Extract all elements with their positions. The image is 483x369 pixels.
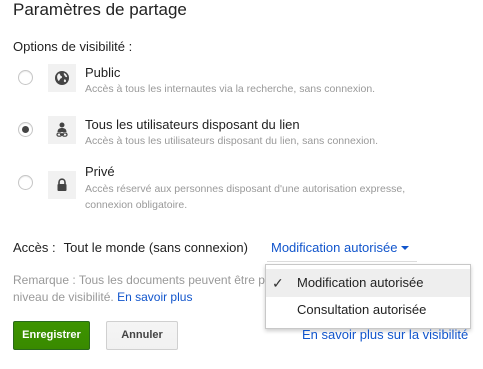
- visibility-options-label: Options de visibilité :: [13, 39, 133, 54]
- menu-item-view-allowed[interactable]: Consultation autorisée: [266, 296, 470, 324]
- option-desc-private: Accès réservé aux personnes disposant d'…: [85, 181, 415, 213]
- cancel-button[interactable]: Annuler: [106, 321, 178, 350]
- remark-line2: niveau de visibilité.: [13, 290, 114, 304]
- remark-line1: Remarque : Tous les documents peuvent êt…: [13, 273, 265, 287]
- globe-icon: [48, 64, 76, 92]
- dialog-title: Paramètres de partage: [13, 0, 187, 19]
- option-title-anyone-with-link: Tous les utilisateurs disposant du lien: [85, 117, 300, 132]
- menu-item-edit-allowed[interactable]: ✓ Modification autorisée: [266, 269, 470, 297]
- access-value: Tout le monde (sans connexion): [63, 240, 248, 255]
- option-title-public: Public: [85, 65, 121, 80]
- lock-icon: [48, 171, 76, 199]
- option-desc-private-line1: Accès réservé aux personnes disposant d'…: [85, 183, 406, 195]
- access-row: Accès : Tout le monde (sans connexion): [13, 240, 248, 255]
- menu-item-label: Consultation autorisée: [297, 302, 427, 317]
- option-title-private: Privé: [85, 164, 115, 179]
- option-desc-private-line2: connexion obligatoire.: [85, 199, 188, 211]
- permission-menu: ✓ Modification autorisée Consultation au…: [265, 264, 471, 329]
- visibility-learn-more-link[interactable]: En savoir plus sur la visibilité: [302, 327, 468, 342]
- remark-learn-more-link[interactable]: En savoir plus: [117, 290, 192, 304]
- permission-dropdown-value: Modification autorisée: [271, 240, 398, 255]
- radio-private[interactable]: [18, 175, 33, 190]
- option-desc-anyone-with-link: Accès à tous les utilisateurs disposant …: [85, 135, 379, 147]
- access-label: Accès :: [13, 240, 56, 255]
- save-button[interactable]: Enregistrer: [13, 321, 90, 350]
- chevron-down-icon: [401, 246, 409, 250]
- person-link-icon: [48, 116, 76, 144]
- radio-selected-dot: [22, 126, 29, 133]
- checkmark-icon: ✓: [272, 275, 284, 291]
- menu-item-label: Modification autorisée: [297, 275, 424, 290]
- radio-anyone-with-link[interactable]: [18, 122, 33, 137]
- permission-dropdown[interactable]: Modification autorisée: [267, 238, 417, 262]
- radio-public[interactable]: [18, 70, 33, 85]
- remark-text: Remarque : Tous les documents peuvent êt…: [13, 272, 293, 306]
- option-desc-public: Accès à tous les internautes via la rech…: [85, 83, 376, 95]
